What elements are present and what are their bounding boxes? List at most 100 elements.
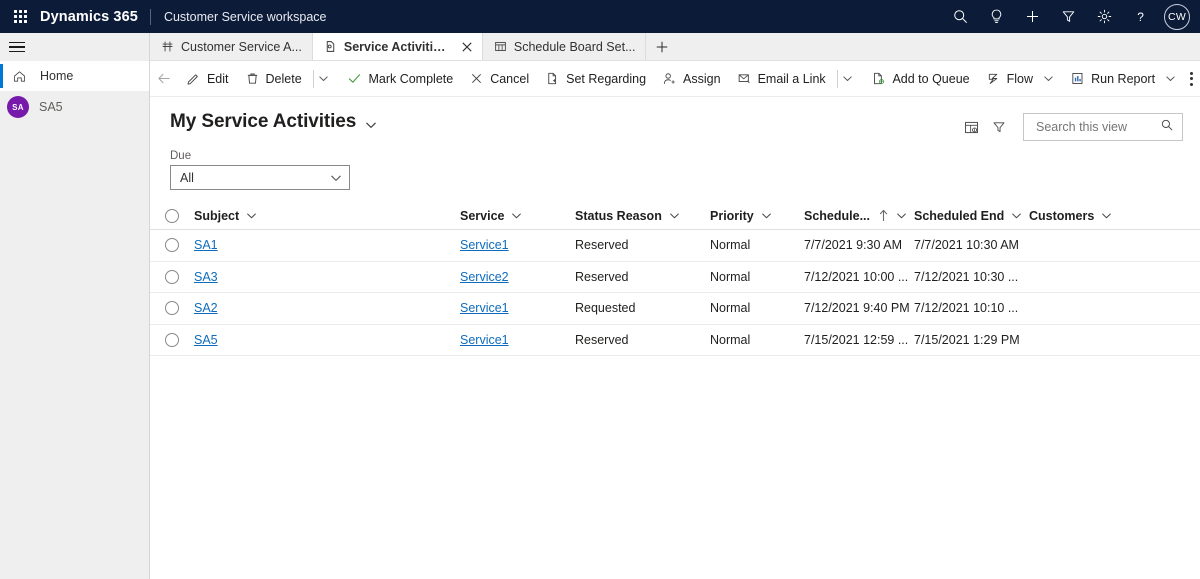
cell-service[interactable]: Service1 <box>460 333 575 347</box>
cell-subject[interactable]: SA3 <box>190 270 460 284</box>
cell-status-reason: Reserved <box>575 238 629 253</box>
help-question-icon[interactable]: ? <box>1122 0 1158 33</box>
person-add-icon <box>662 71 677 86</box>
edit-filters-funnel-icon[interactable] <box>985 113 1013 141</box>
run-report-dropdown-chevron-down-icon[interactable] <box>1163 64 1178 94</box>
run-report-button[interactable]: Run Report <box>1062 64 1163 94</box>
add-to-queue-button[interactable]: Add to Queue <box>863 64 977 94</box>
lightbulb-icon[interactable] <box>978 0 1014 33</box>
row-select-cell[interactable] <box>150 301 190 316</box>
more-commands-button[interactable] <box>1182 64 1200 94</box>
service-activities-grid: Subject Service Status Reason Priority S… <box>150 202 1200 579</box>
sidebar-item-home[interactable]: Home <box>0 61 149 91</box>
email-link-dropdown-chevron-down-icon[interactable] <box>840 64 855 94</box>
cmd-label: Email a Link <box>757 71 826 86</box>
table-row[interactable]: SA2 Service1 Requested Normal 7/12/2021 … <box>150 293 1200 325</box>
table-row[interactable]: SA3 Service2 Reserved Normal 7/12/2021 1… <box>150 262 1200 293</box>
row-select-cell[interactable] <box>150 269 190 284</box>
row-select-radio[interactable] <box>165 238 179 253</box>
column-header-customers[interactable]: Customers <box>1029 209 1200 223</box>
table-row[interactable]: SA5 Service1 Reserved Normal 7/15/2021 1… <box>150 325 1200 356</box>
search-input[interactable] <box>1034 119 1160 135</box>
gear-icon[interactable] <box>1086 0 1122 33</box>
email-a-link-button[interactable]: Email a Link <box>729 64 834 94</box>
tab-customer-service-agent-dashboard[interactable]: Customer Service A... <box>150 33 313 60</box>
chevron-down-icon[interactable] <box>896 210 907 221</box>
chevron-down-icon[interactable] <box>669 210 680 221</box>
cell-scheduled-start: 7/7/2021 9:30 AM <box>804 238 902 253</box>
select-all-cell[interactable] <box>150 208 190 223</box>
row-select-cell[interactable] <box>150 332 190 347</box>
cell-service[interactable]: Service1 <box>460 238 575 252</box>
command-bar: Edit Delete Mark Complete Cancel Set Reg… <box>150 61 1200 97</box>
row-select-radio[interactable] <box>165 332 179 347</box>
search-icon[interactable] <box>1160 118 1174 137</box>
due-filter-select[interactable]: All <box>170 165 350 190</box>
column-label: Service <box>460 208 505 223</box>
sidebar-item-sa5[interactable]: SA SA5 <box>0 91 149 123</box>
cmd-label: Delete <box>265 71 302 86</box>
service-link[interactable]: Service2 <box>460 270 509 284</box>
flow-dropdown-chevron-down-icon[interactable] <box>1041 64 1056 94</box>
tab-label: Schedule Board Set... <box>513 39 636 54</box>
tab-schedule-board-settings[interactable]: Schedule Board Set... <box>483 33 647 60</box>
flow-icon <box>986 71 1001 86</box>
back-arrow-icon[interactable] <box>154 63 176 95</box>
edit-button[interactable]: Edit <box>178 64 237 94</box>
hamburger-menu-icon[interactable] <box>9 39 29 55</box>
assign-button[interactable]: Assign <box>654 64 729 94</box>
delete-button[interactable]: Delete <box>237 64 310 94</box>
column-header-scheduled-start[interactable]: Schedule... <box>804 209 914 223</box>
email-link-icon <box>737 71 752 86</box>
subject-link[interactable]: SA2 <box>194 301 218 315</box>
row-select-cell[interactable] <box>150 238 190 253</box>
search-icon[interactable] <box>942 0 978 33</box>
column-header-priority[interactable]: Priority <box>710 209 804 223</box>
chevron-down-icon[interactable] <box>511 210 522 221</box>
table-row[interactable]: SA1 Service1 Reserved Normal 7/7/2021 9:… <box>150 230 1200 262</box>
cell-subject[interactable]: SA1 <box>190 238 460 252</box>
cell-service[interactable]: Service2 <box>460 270 575 284</box>
column-header-status-reason[interactable]: Status Reason <box>575 209 710 223</box>
avatar[interactable]: CW <box>1164 3 1190 30</box>
cell-service[interactable]: Service1 <box>460 301 575 315</box>
pencil-icon <box>186 71 201 86</box>
app-launcher-icon[interactable] <box>0 0 40 33</box>
cell-subject[interactable]: SA5 <box>190 333 460 347</box>
set-regarding-button[interactable]: Set Regarding <box>537 64 654 94</box>
service-link[interactable]: Service1 <box>460 301 509 315</box>
chevron-down-icon[interactable] <box>246 210 257 221</box>
main-content: Customer Service A... Service Activities… <box>150 33 1200 579</box>
page-title: My Service Activities <box>170 111 357 132</box>
delete-dropdown-chevron-down-icon[interactable] <box>316 64 331 94</box>
show-chart-icon[interactable] <box>957 113 985 141</box>
column-header-subject[interactable]: Subject <box>190 209 460 223</box>
grid-empty-area <box>150 356 1200 579</box>
cell-scheduled-end: 7/7/2021 10:30 AM <box>914 238 1019 253</box>
service-link[interactable]: Service1 <box>460 333 509 347</box>
row-select-radio[interactable] <box>165 269 179 284</box>
plus-icon[interactable] <box>1014 0 1050 33</box>
select-all-radio[interactable] <box>165 208 179 223</box>
cell-subject[interactable]: SA2 <box>190 301 460 315</box>
cancel-button[interactable]: Cancel <box>461 64 537 94</box>
chevron-down-icon[interactable] <box>761 210 772 221</box>
flow-button[interactable]: Flow <box>978 64 1041 94</box>
subject-link[interactable]: SA1 <box>194 238 218 252</box>
close-icon[interactable] <box>462 40 472 54</box>
service-link[interactable]: Service1 <box>460 238 509 252</box>
search-this-view-box[interactable] <box>1023 113 1183 141</box>
tab-service-activities-my-service-activities[interactable]: Service Activities My Ser... <box>312 33 483 60</box>
cmd-label: Run Report <box>1091 71 1156 86</box>
mark-complete-button[interactable]: Mark Complete <box>339 64 461 94</box>
new-tab-button[interactable] <box>646 33 678 60</box>
subject-link[interactable]: SA5 <box>194 333 218 347</box>
column-header-scheduled-end[interactable]: Scheduled End <box>914 209 1029 223</box>
row-select-radio[interactable] <box>165 301 179 316</box>
chevron-down-icon[interactable] <box>1101 210 1112 221</box>
view-selector-chevron-down-icon[interactable] <box>365 119 377 131</box>
column-header-service[interactable]: Service <box>460 209 575 223</box>
subject-link[interactable]: SA3 <box>194 270 218 284</box>
filter-funnel-icon[interactable] <box>1050 0 1086 33</box>
chevron-down-icon[interactable] <box>1011 210 1022 221</box>
